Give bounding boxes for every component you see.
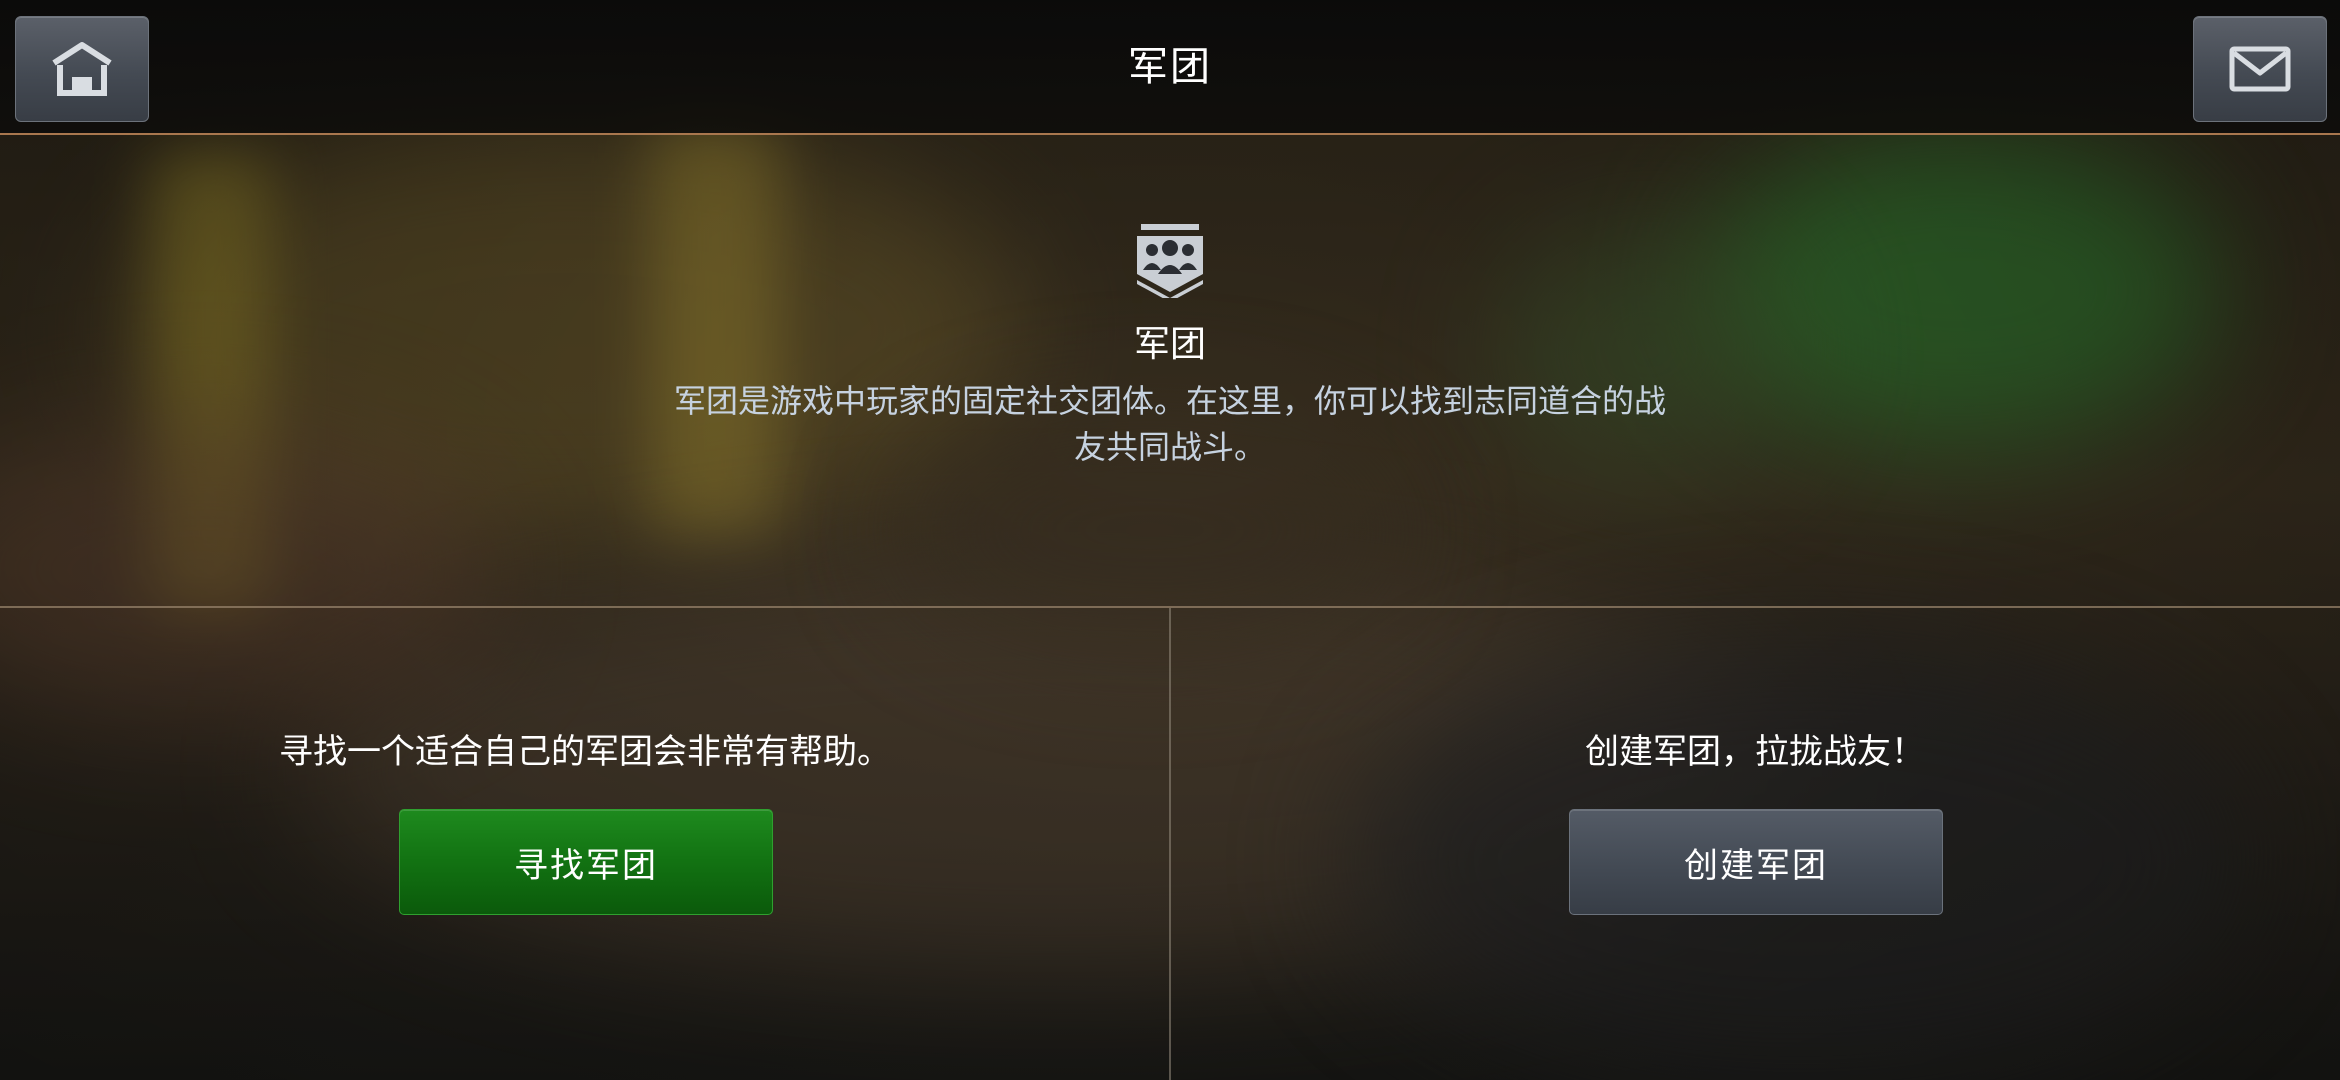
- top-bar: 军团: [0, 0, 2340, 135]
- vertical-divider: [1169, 608, 1171, 1080]
- legion-section-title: 军团: [1133, 324, 1206, 365]
- legion-group-icon: [1133, 222, 1207, 302]
- find-legion-hint: 寻找一个适合自己的军团会非常有帮助。: [279, 732, 891, 772]
- mail-button[interactable]: [2193, 16, 2327, 122]
- page-title: 军团: [1128, 44, 1212, 90]
- mail-icon: [2228, 43, 2292, 95]
- legion-description: 军团是游戏中玩家的固定社交团体。在这里，你可以找到志同道合的战友共同战斗。: [673, 382, 1666, 466]
- create-legion-hint: 创建军团，拉拢战友！: [1585, 732, 1925, 772]
- create-legion-button[interactable]: 创建军团: [1569, 809, 1943, 915]
- find-legion-button[interactable]: 寻找军团: [399, 809, 773, 915]
